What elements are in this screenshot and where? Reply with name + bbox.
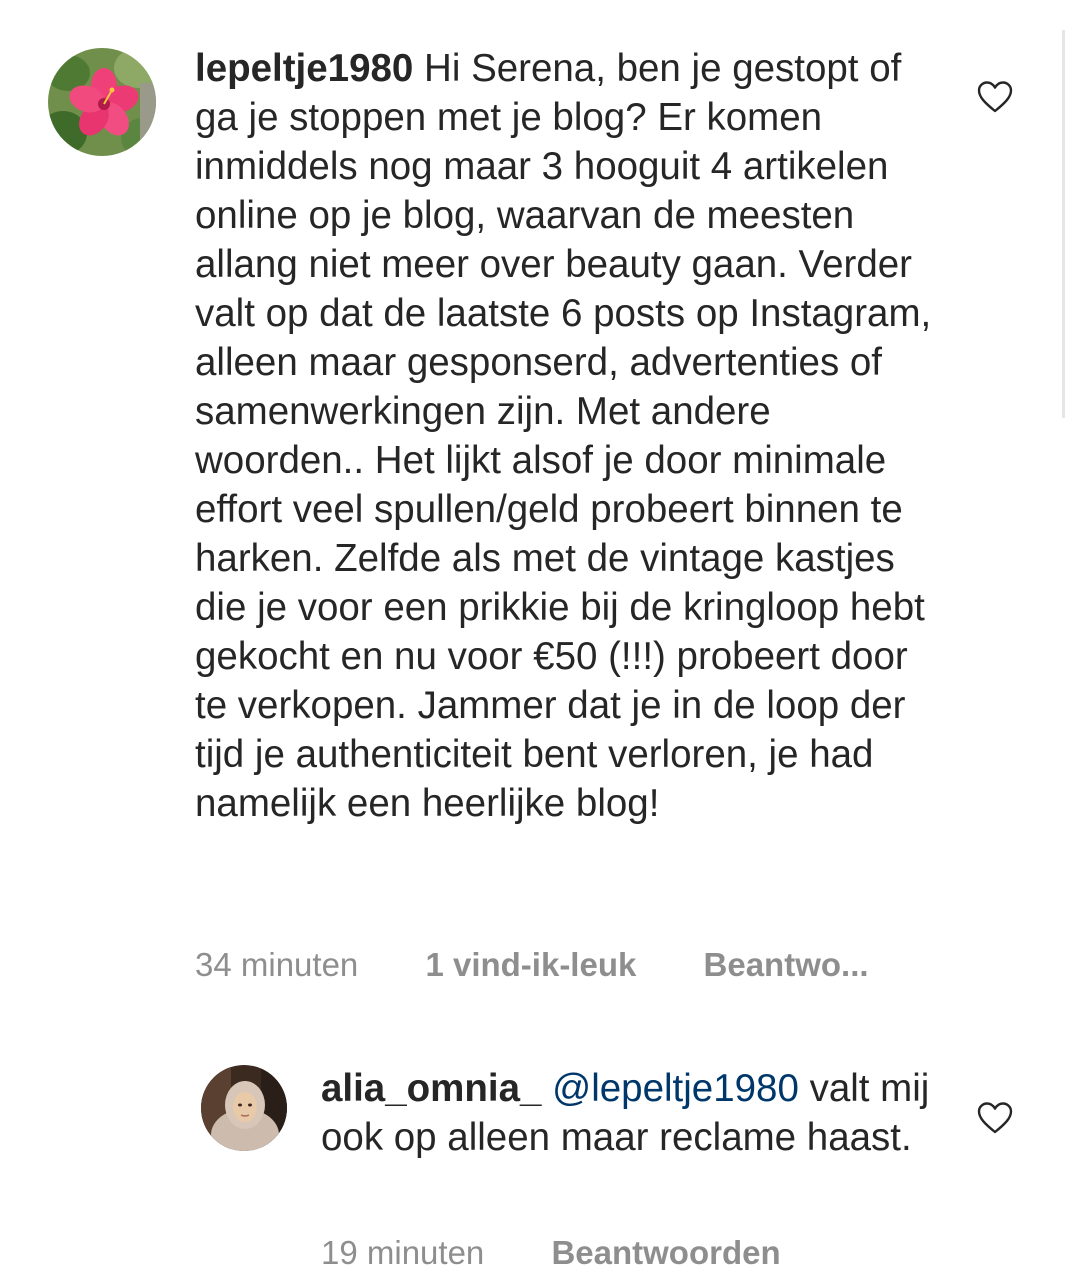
comment-text: Hi Serena, ben je gestopt of ga je stopp… [195, 47, 932, 825]
heart-outline-icon [977, 1102, 1013, 1134]
likes-count[interactable]: 1 vind-ik-leuk [425, 945, 636, 985]
comment-timestamp: 34 minuten [195, 946, 359, 983]
comment-username[interactable]: alia_omnia_ [321, 1067, 541, 1110]
avatar-alia_omnia_[interactable] [201, 1065, 287, 1151]
comment-timestamp: 19 minuten [321, 1234, 485, 1271]
comment-body: alia_omnia_ @lepeltje1980 valt mij ook o… [321, 1064, 941, 1162]
comment-meta: 19 minuten Beantwoorden [321, 1233, 781, 1273]
comment-body: lepeltje1980 Hi Serena, ben je gestopt o… [195, 44, 945, 828]
hibiscus-avatar-image [48, 48, 156, 156]
comment-meta: 34 minuten 1 vind-ik-leuk Beantwo... [195, 945, 869, 985]
like-button[interactable] [976, 80, 1014, 114]
reply-button[interactable]: Beantwoorden [551, 1233, 780, 1273]
heart-outline-icon [977, 81, 1013, 113]
mention-link[interactable]: @lepeltje1980 [552, 1067, 799, 1110]
avatar-lepeltje1980[interactable] [48, 48, 156, 156]
reply-button[interactable]: Beantwo... [704, 945, 869, 985]
profile-avatar-image [201, 1065, 287, 1151]
like-button[interactable] [976, 1101, 1014, 1135]
comment-username[interactable]: lepeltje1980 [195, 47, 413, 90]
